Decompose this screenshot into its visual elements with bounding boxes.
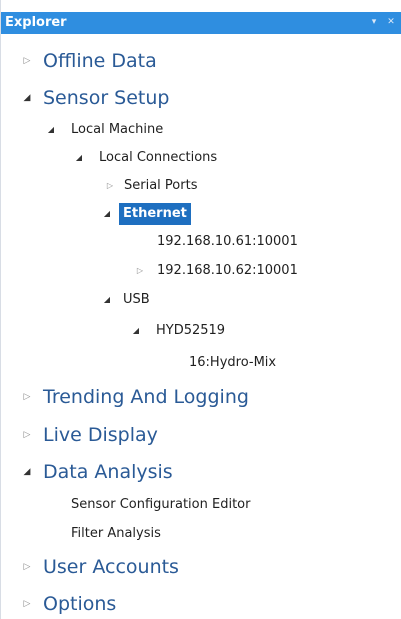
panel-title: Explorer xyxy=(5,15,67,30)
tree-item-label: Local Connections xyxy=(99,150,218,165)
collapse-arrow-icon[interactable]: ◢ xyxy=(101,203,113,225)
expand-arrow-icon[interactable]: ▷ xyxy=(21,46,33,76)
collapse-arrow-icon[interactable]: ◢ xyxy=(45,119,57,141)
close-icon[interactable]: ✕ xyxy=(384,15,398,29)
expand-arrow-icon[interactable]: ▷ xyxy=(134,260,146,282)
tree-item-label: Live Display xyxy=(43,424,158,446)
tree-item-label: HYD52519 xyxy=(156,323,226,338)
tree-item-label: Filter Analysis xyxy=(71,526,161,541)
expand-arrow-icon[interactable]: ▷ xyxy=(21,589,33,619)
collapse-arrow-icon[interactable]: ◢ xyxy=(101,289,113,311)
tree-item-label: Ethernet xyxy=(119,203,191,225)
tree-item-label: Data Analysis xyxy=(43,461,173,483)
collapse-arrow-icon[interactable]: ◢ xyxy=(21,83,33,113)
tree-item-label: Sensor Configuration Editor xyxy=(71,497,251,512)
tree-item-label: 192.168.10.62:10001 xyxy=(157,263,298,278)
tree-item-label: Trending And Logging xyxy=(43,386,249,408)
tree-item-label: Local Machine xyxy=(71,122,164,137)
tree-item-label: 192.168.10.61:10001 xyxy=(157,234,298,249)
expand-arrow-icon[interactable]: ▷ xyxy=(21,552,33,582)
collapse-arrow-icon[interactable]: ◢ xyxy=(73,147,85,169)
expand-arrow-icon[interactable]: ▷ xyxy=(21,420,33,450)
explorer-tree: ▷ Offline Data ◢ Sensor Setup ◢ Local Ma… xyxy=(1,34,401,619)
expand-arrow-icon[interactable]: ▷ xyxy=(21,382,33,412)
tree-item-label: 16:Hydro-Mix xyxy=(189,355,277,370)
tree-item-label: Serial Ports xyxy=(124,178,198,193)
collapse-arrow-icon[interactable]: ◢ xyxy=(21,457,33,487)
tree-item-label: Offline Data xyxy=(43,50,157,72)
collapse-arrow-icon[interactable]: ◢ xyxy=(130,320,142,342)
pin-icon[interactable]: ▾ xyxy=(367,15,381,29)
tree-item-label: Sensor Setup xyxy=(43,87,170,109)
expand-arrow-icon[interactable]: ▷ xyxy=(104,175,116,197)
explorer-titlebar: Explorer ▾ ✕ xyxy=(1,12,401,34)
tree-item-label: Options xyxy=(43,593,117,615)
tree-item-label: USB xyxy=(123,292,150,307)
tree-item-label: User Accounts xyxy=(43,556,179,578)
explorer-panel: Explorer ▾ ✕ ▷ Offline Data ◢ Sensor Set… xyxy=(0,0,401,619)
